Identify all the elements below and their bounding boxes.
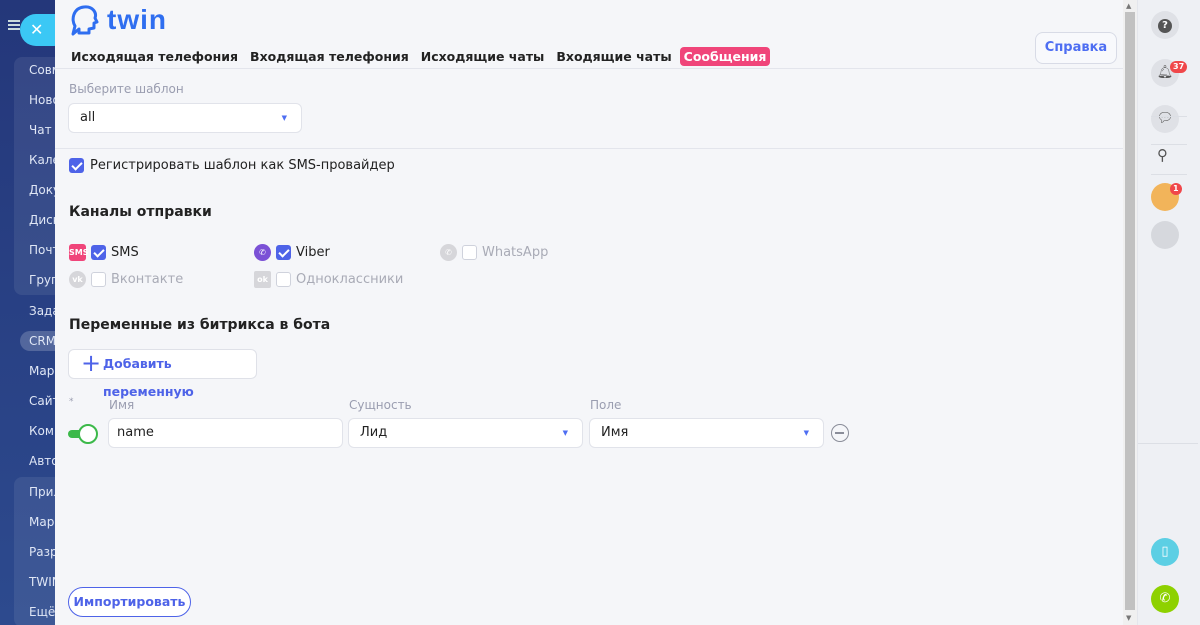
sidebar-item[interactable]: Мар [29,515,54,529]
channel-ok[interactable]: ok Одноклассники [254,271,403,288]
scroll-up-icon[interactable]: ▲ [1126,2,1131,10]
twin-panel: twin Исходящая телефония Входящая телефо… [55,0,1123,625]
channel-vk[interactable]: vk Вконтакте [69,271,183,288]
column-header-field: Поле [590,398,622,412]
tab-incoming-chats[interactable]: Входящие чаты [552,47,675,66]
bitrix-right-bar: ? 🔔︎ 37 💬︎ ⚲ 1 ▯ ✆ [1137,0,1200,625]
channel-sms[interactable]: SMS SMS [69,244,139,261]
search-icon[interactable]: ⚲ [1157,146,1168,164]
sidebar-item[interactable]: Доку [29,183,55,197]
channel-label: Вконтакте [111,272,184,287]
sidebar-item[interactable]: Зада [29,304,55,318]
add-variable-label: Добавить переменную [103,356,194,399]
divider [1151,174,1187,175]
sidebar-item[interactable]: Авто [29,454,55,468]
scrollbar[interactable]: ▲ ▼ [1123,0,1137,625]
sidebar-item[interactable]: Разр [29,545,55,559]
sidebar-item[interactable]: Ещё [29,605,55,619]
plus-icon: + [81,349,102,377]
checkbox-vk[interactable] [91,272,106,287]
channel-viber[interactable]: ✆ Viber [254,244,330,261]
channel-whatsapp[interactable]: ✆ WhatsApp [440,244,548,261]
viber-icon: ✆ [254,244,271,261]
channel-label: Одноклассники [296,272,404,287]
divider [1151,144,1187,145]
tab-outgoing-chats[interactable]: Исходящие чаты [417,47,549,66]
sidebar-item[interactable]: Груп [29,273,55,287]
variable-entity-select[interactable]: Лид ▼ [348,418,583,448]
phone-icon[interactable]: ✆ [1151,585,1179,613]
tabs: Исходящая телефония Входящая телефония И… [67,47,774,66]
checkbox-whatsapp[interactable] [462,245,477,260]
twin-head-icon [71,5,99,36]
divider [55,148,1123,149]
divider [55,68,1123,69]
register-sms-checkbox[interactable]: Регистрировать шаблон как SMS-провайдер [69,158,395,173]
template-select[interactable]: all ▼ [68,103,302,133]
register-sms-label: Регистрировать шаблон как SMS-провайдер [90,158,395,173]
checkbox-checked[interactable] [69,158,84,173]
bitrix-left-sidebar: Совм Ново Чат и Кале Доку Диск Почт Груп… [0,0,55,625]
sidebar-item[interactable]: Мар [29,364,54,378]
variable-field-select[interactable]: Имя ▼ [589,418,824,448]
vk-icon: vk [69,271,86,288]
channels-title: Каналы отправки [69,204,212,220]
avatar-badge: 1 [1170,183,1182,195]
sidebar-item[interactable]: CRM [29,334,55,348]
sidebar-item[interactable]: Чат и [29,123,55,137]
sidebar-item[interactable]: Совм [29,63,55,77]
variables-title: Переменные из битрикса в бота [69,317,331,333]
menu-icon[interactable] [8,20,20,30]
add-variable-button[interactable]: + Добавить переменную [68,349,257,399]
sidebar-item[interactable]: Кале [29,153,55,167]
logo-text: twin [107,4,167,35]
ok-icon: ok [254,271,271,288]
variable-enabled-toggle[interactable] [68,424,98,444]
tab-outgoing-telephony[interactable]: Исходящая телефония [67,47,242,66]
sms-icon: SMS [69,244,88,261]
entity-value: Лид [360,425,388,440]
scroll-down-icon[interactable]: ▼ [1126,614,1131,622]
divider [1138,443,1198,444]
template-value: all [80,110,96,125]
template-label: Выберите шаблон [69,82,184,96]
checkbox-ok[interactable] [276,272,291,287]
chevron-down-icon: ▼ [281,114,287,122]
divider [1151,116,1187,117]
sidebar-item[interactable]: TWIN [29,575,55,589]
notifications-badge: 37 [1170,61,1188,73]
column-header-name: Имя [109,398,135,412]
column-header-entity: Сущность [349,398,412,412]
whatsapp-icon: ✆ [440,244,457,261]
channel-label: SMS [111,245,139,260]
sidebar-item[interactable]: Прил [29,485,55,499]
sidebar-item[interactable]: Ком [29,424,54,438]
sidebar-item[interactable]: Сайт [29,394,55,408]
avatar-placeholder[interactable] [1151,221,1179,249]
checkbox-viber[interactable] [276,245,291,260]
tab-incoming-telephony[interactable]: Входящая телефония [246,47,413,66]
channel-label: Viber [296,245,330,260]
help-button[interactable]: Справка [1035,32,1117,64]
tab-messages[interactable]: Сообщения [679,47,771,66]
import-button[interactable]: Импортировать [68,587,191,617]
chevron-down-icon: ▼ [803,429,809,437]
variable-name-input[interactable]: name [108,418,343,448]
field-value: Имя [601,425,629,440]
twin-logo: twin [69,4,167,36]
mobile-icon[interactable]: ▯ [1151,538,1179,566]
chat-icon[interactable]: 💬︎ [1151,105,1179,133]
chevron-down-icon: ▼ [562,429,568,437]
sidebar-item[interactable]: Ново [29,93,55,107]
sidebar-item[interactable]: Диск [29,213,55,227]
scrollbar-thumb[interactable] [1125,12,1135,610]
sidebar-item[interactable]: Почт [29,243,55,257]
required-mark: * [69,397,74,407]
channel-label: WhatsApp [482,245,549,260]
checkbox-sms[interactable] [91,245,106,260]
remove-variable-icon[interactable] [831,424,849,442]
help-icon[interactable]: ? [1151,11,1179,39]
